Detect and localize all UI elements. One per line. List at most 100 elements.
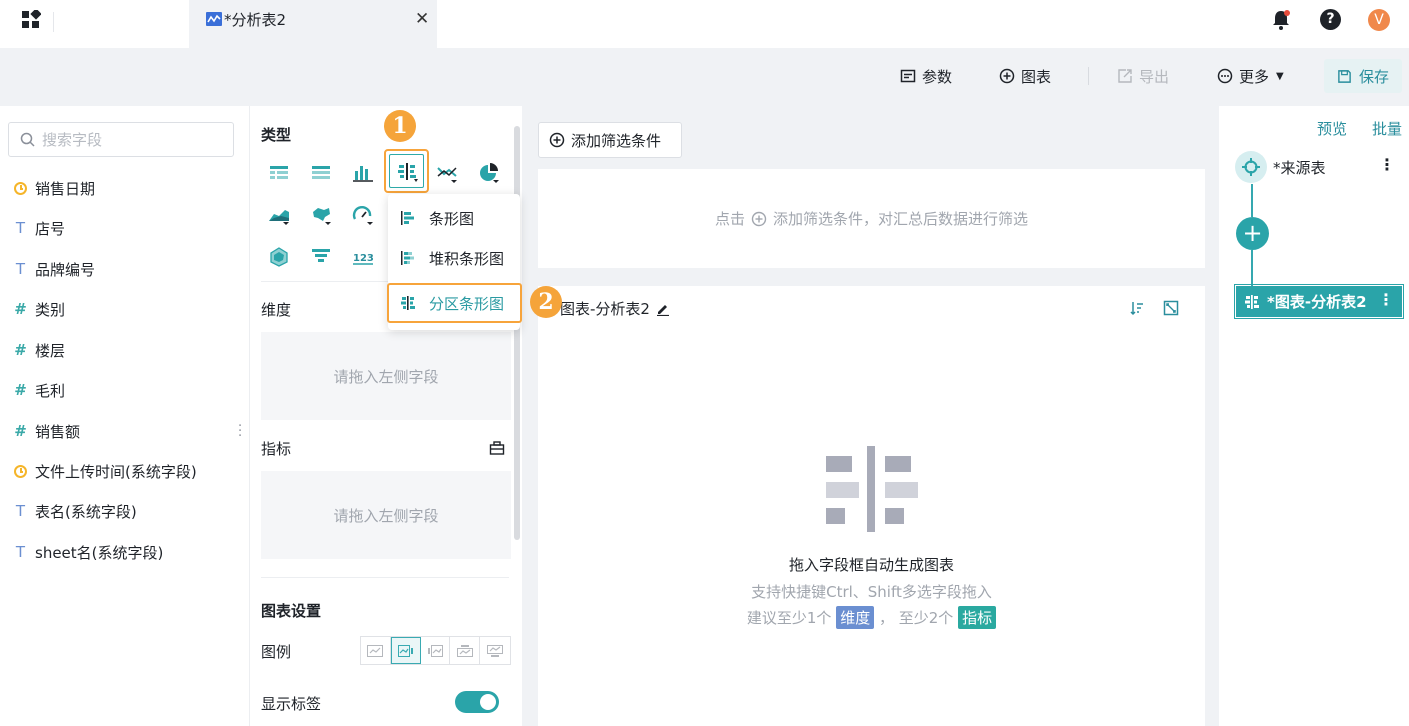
dimension-section-title: 维度 (261, 301, 292, 319)
date-field-icon (14, 181, 27, 195)
funnel-chart-icon[interactable] (310, 246, 332, 268)
field-item[interactable]: 文件上传时间(系统字段) (14, 459, 197, 483)
edit-icon[interactable] (656, 302, 670, 316)
source-node-badge (1235, 151, 1267, 183)
add-filter-label: 添加筛选条件 (571, 131, 662, 150)
field-item[interactable]: # 类别 (14, 297, 65, 321)
number-field-icon: # (14, 300, 27, 318)
save-button[interactable]: 保存 (1324, 59, 1402, 93)
field-label: 文件上传时间(系统字段) (35, 462, 197, 481)
partition-bar-chart-icon (398, 163, 418, 182)
group-table-icon[interactable] (310, 162, 332, 184)
legend-right-option[interactable] (390, 637, 421, 664)
dropdown-item-label: 条形图 (429, 209, 475, 228)
partition-bar-chart-icon (401, 296, 415, 310)
export-label: 导出 (1139, 67, 1170, 86)
area-chart-icon[interactable] (268, 204, 290, 226)
dropdown-item-bar[interactable]: 条形图 (388, 198, 520, 238)
field-item[interactable]: # 销售额 (14, 419, 80, 443)
tab-close-icon[interactable]: ✕ (415, 9, 429, 29)
user-avatar[interactable]: V (1368, 9, 1390, 31)
show-labels-toggle[interactable] (455, 691, 499, 713)
panel-resize-handle[interactable]: · · · (238, 420, 244, 443)
sort-icon[interactable] (1129, 300, 1145, 316)
source-node-label: *来源表 (1273, 158, 1326, 177)
dimension-dropzone[interactable]: 请拖入左侧字段 (261, 332, 511, 420)
tab-title: *分析表2 (224, 11, 287, 29)
apps-grid-icon[interactable] (21, 10, 41, 30)
bar-chart-icon (401, 211, 414, 225)
plus-circle-icon[interactable] (751, 211, 767, 227)
node-menu-icon[interactable]: ⋮ (1379, 155, 1395, 174)
number-card-icon[interactable]: 123 (352, 246, 374, 268)
chart-node-label: *图表-分析表2 (1267, 293, 1367, 311)
gauge-chart-icon[interactable] (352, 204, 374, 226)
number-field-icon: # (14, 341, 27, 359)
field-item[interactable]: # 楼层 (14, 338, 65, 362)
step-badge-1: 1 (384, 110, 416, 142)
search-icon (20, 132, 35, 147)
add-filter-button[interactable]: 添加筛选条件 (538, 122, 682, 158)
indicator-dropzone[interactable]: 请拖入左侧字段 (261, 471, 511, 559)
detail-table-icon[interactable] (268, 162, 290, 184)
field-item[interactable]: # 毛利 (14, 378, 65, 402)
add-chart-label: 图表 (1021, 67, 1052, 86)
legend-none-option[interactable] (361, 637, 391, 664)
node-menu-icon[interactable]: ⋮ (1378, 290, 1394, 309)
flow-connector (1251, 250, 1253, 286)
field-item[interactable]: T sheet名(系统字段) (14, 540, 163, 564)
fullscreen-icon[interactable] (1163, 300, 1179, 316)
field-item[interactable]: T 店号 (14, 216, 65, 240)
source-table-node[interactable]: *来源表 ⋮ (1235, 150, 1403, 184)
dropdown-item-partition-bar[interactable]: 分区条形图 (387, 283, 522, 323)
dimension-tag: 维度 (836, 606, 875, 629)
dropdown-item-stacked-bar[interactable]: 堆积条形图 (388, 238, 520, 278)
line-chart-type-icon[interactable] (436, 162, 458, 184)
indicator-section-title: 指标 (261, 440, 292, 458)
number-field-icon: # (14, 381, 27, 399)
column-chart-icon[interactable] (352, 162, 374, 184)
text-field-icon: T (15, 502, 26, 520)
suggest-mid: ， 至少2个 (879, 609, 954, 627)
preview-link[interactable]: 预览 (1317, 118, 1347, 139)
tab-analysis-table[interactable]: *分析表2 ✕ (189, 0, 437, 48)
flow-panel: 预览 批量 *来源表 ⋮ + *图表-分析表2 ⋮ (1219, 106, 1409, 726)
batch-link[interactable]: 批量 (1372, 118, 1402, 139)
pie-chart-icon[interactable] (478, 162, 500, 184)
indicator-tag: 指标 (958, 606, 997, 629)
field-search-input[interactable] (42, 128, 222, 152)
dropdown-item-label: 分区条形图 (429, 294, 505, 313)
line-chart-icon (206, 12, 222, 26)
legend-top-option[interactable] (450, 637, 481, 664)
help-icon[interactable]: ? (1320, 9, 1341, 30)
empty-partition-chart-illustration (826, 446, 918, 532)
field-label: 销售额 (35, 422, 81, 441)
bar-chart-dropdown: 条形图 堆积条形图 分区条形图 (387, 194, 522, 330)
more-button[interactable]: 更多 ▼ (1217, 63, 1284, 89)
step-badge-2: 2 (530, 286, 562, 318)
date-field-icon (14, 464, 27, 478)
flow-connector (1251, 184, 1253, 217)
bar-chart-type-selected[interactable] (384, 149, 429, 193)
field-item[interactable]: T 表名(系统字段) (14, 499, 137, 523)
legend-left-option[interactable] (421, 637, 451, 664)
field-label: 表名(系统字段) (35, 502, 137, 521)
params-label: 参数 (922, 67, 953, 86)
field-item[interactable]: 销售日期 (14, 176, 95, 200)
number-field-icon: # (14, 422, 27, 440)
section-divider (261, 577, 509, 578)
field-search[interactable] (8, 122, 234, 157)
radar-chart-icon[interactable] (268, 246, 290, 268)
add-node-button[interactable]: + (1236, 217, 1269, 250)
bell-icon[interactable] (1271, 9, 1291, 31)
map-chart-icon[interactable] (310, 204, 332, 226)
export-button[interactable]: 导出 (1117, 63, 1169, 89)
params-button[interactable]: 参数 (900, 63, 952, 89)
field-item[interactable]: T 品牌编号 (14, 257, 95, 281)
add-chart-button[interactable]: 图表 (999, 63, 1051, 89)
chart-node[interactable]: *图表-分析表2 ⋮ (1234, 284, 1404, 319)
chart-title-row: 图表-分析表2 (560, 298, 670, 319)
legend-bottom-option[interactable] (480, 637, 510, 664)
toolbox-icon[interactable] (489, 440, 505, 456)
config-scrollbar[interactable] (514, 126, 520, 540)
